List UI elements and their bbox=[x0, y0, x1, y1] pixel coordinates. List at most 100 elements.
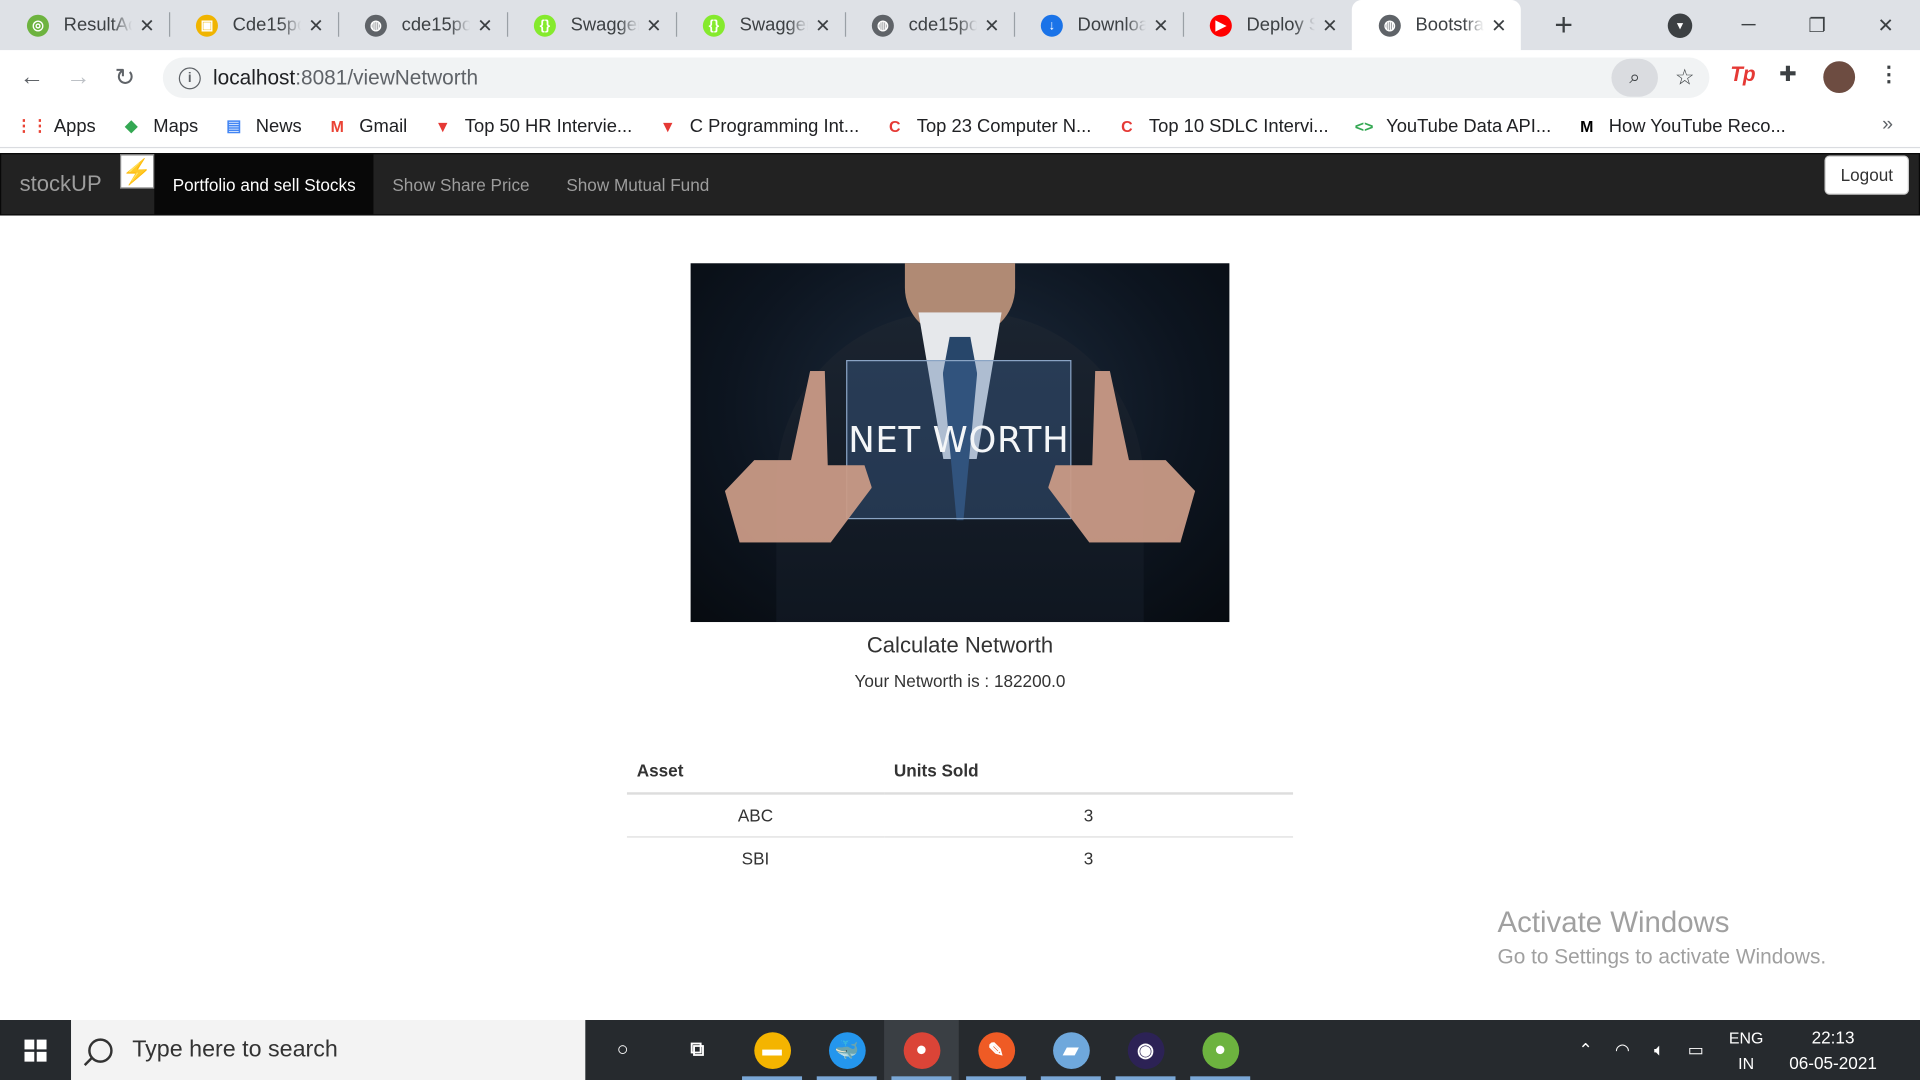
restore-icon[interactable]: ❐ bbox=[1783, 13, 1852, 37]
bookmark-item[interactable]: <> YouTube Data API... bbox=[1354, 116, 1551, 137]
bookmark-item[interactable]: C Top 23 Computer N... bbox=[885, 116, 1091, 137]
tab-favicon-icon: ◍ bbox=[871, 14, 894, 37]
browser-tab[interactable]: ▣ Cde15pod✕ bbox=[168, 0, 338, 50]
browser-tab[interactable]: ◍ cde15pod✕ bbox=[337, 0, 507, 50]
new-tab-button[interactable]: + bbox=[1539, 0, 1588, 50]
browser-tab[interactable]: ◍ cde15pod✕ bbox=[844, 0, 1014, 50]
guru99-icon: C bbox=[1121, 116, 1133, 136]
hero-caption: NET WORTH bbox=[848, 418, 1070, 461]
logout-button[interactable]: Logout bbox=[1824, 155, 1909, 195]
address-bar[interactable]: i localhost:8081/viewNetworth ⌕ ☆ bbox=[162, 57, 1710, 98]
browser-menu-icon[interactable]: ⋮ bbox=[1878, 62, 1899, 86]
search-icon bbox=[88, 1037, 113, 1063]
tab-title: Deploy Spring bbox=[1246, 14, 1316, 36]
start-button[interactable] bbox=[0, 1020, 71, 1080]
tab-close-icon[interactable]: ✕ bbox=[982, 14, 1002, 36]
table-row: SBI 3 bbox=[626, 835, 1294, 880]
bookmark-item[interactable]: ▤ News bbox=[224, 116, 302, 137]
zoom-icon[interactable]: ⌕ bbox=[1611, 58, 1658, 97]
tab-close-icon[interactable]: ✕ bbox=[813, 14, 833, 36]
browser-tab[interactable]: ↓ Download✕ bbox=[1013, 0, 1183, 50]
taskbar-file-explorer[interactable]: ▬ bbox=[735, 1020, 810, 1080]
watermark-title: Activate Windows bbox=[1497, 906, 1730, 940]
tp-extension-icon[interactable]: Tp bbox=[1730, 62, 1755, 86]
bookmark-label: Apps bbox=[53, 115, 96, 137]
bookmark-star-icon[interactable]: ☆ bbox=[1675, 65, 1695, 91]
tab-favicon-icon: ↓ bbox=[1040, 14, 1063, 37]
calculate-networth-title: Calculate Networth bbox=[866, 633, 1054, 658]
language-code: ENG bbox=[1728, 1027, 1764, 1047]
tab-search-icon[interactable]: ▾ bbox=[1667, 13, 1693, 38]
postman-icon: ✎ bbox=[977, 1031, 1015, 1069]
table-row: ABC 3 bbox=[627, 793, 1293, 836]
networth-hero-image: NET WORTH bbox=[690, 263, 1230, 623]
browser-tab[interactable]: ◎ ResultActions✕ bbox=[0, 0, 169, 50]
browser-tab[interactable]: {} Swagger UI✕ bbox=[506, 0, 676, 50]
bookmarks-overflow-icon[interactable]: » bbox=[1882, 114, 1893, 136]
browser-tab[interactable]: ▶ Deploy Spring✕ bbox=[1182, 0, 1352, 50]
nav-link-share-price[interactable]: Show Share Price bbox=[374, 154, 548, 214]
tab-close-icon[interactable]: ✕ bbox=[137, 14, 157, 36]
back-icon[interactable]: ← bbox=[9, 64, 56, 92]
brand-link[interactable]: stockUP bbox=[1, 154, 120, 214]
reload-icon[interactable]: ↻ bbox=[102, 62, 149, 93]
site-info-icon[interactable]: i bbox=[178, 66, 201, 89]
gmail-icon: M bbox=[330, 116, 344, 136]
bookmark-item[interactable]: M Gmail bbox=[327, 116, 408, 137]
windows-taskbar: Type here to search ○ ⧉ ▬ 🐳 ● ✎ ▰ ◉ ● ⌃ ◠ 🔈︎ ▭ E… bbox=[0, 1020, 1920, 1080]
close-window-icon[interactable]: ✕ bbox=[1851, 13, 1920, 37]
tab-favicon-icon: ◍ bbox=[1378, 14, 1401, 37]
windows-logo-icon bbox=[24, 1038, 47, 1062]
tab-close-icon[interactable]: ✕ bbox=[1489, 14, 1509, 36]
nav-link-portfolio[interactable]: Portfolio and sell Stocks bbox=[154, 154, 375, 215]
forward-icon[interactable]: → bbox=[55, 64, 102, 92]
docker-icon: 🐳 bbox=[828, 1031, 866, 1069]
bookmark-item[interactable]: M How YouTube Reco... bbox=[1577, 116, 1786, 137]
networth-frame: NET WORTH bbox=[846, 360, 1072, 520]
bookmark-item[interactable]: ⋮⋮ Apps bbox=[16, 115, 96, 137]
tab-close-icon[interactable]: ✕ bbox=[1320, 14, 1340, 36]
tray-chevron-icon[interactable]: ⌃ bbox=[1567, 1040, 1604, 1061]
tab-close-icon[interactable]: ✕ bbox=[306, 14, 326, 36]
browser-tab[interactable]: ◍ Bootstrap✕ bbox=[1351, 0, 1521, 51]
tab-title: Swagger UI bbox=[570, 14, 640, 36]
nav-link-mutual-fund[interactable]: Show Mutual Fund bbox=[548, 154, 728, 214]
taskbar-task-view[interactable]: ⧉ bbox=[660, 1020, 735, 1080]
clock-date: 06-05-2021 bbox=[1789, 1052, 1877, 1073]
taskbar-clock[interactable]: 22:13 06-05-2021 bbox=[1778, 1024, 1888, 1075]
column-header-units-sold: Units Sold bbox=[884, 748, 1294, 795]
volume-icon[interactable]: 🔈︎ bbox=[1641, 1040, 1678, 1061]
bookmark-item[interactable]: ▼ C Programming Int... bbox=[658, 116, 859, 137]
taskbar-spring-tool-suite[interactable]: ● bbox=[1183, 1020, 1258, 1080]
browser-tab[interactable]: {} Swagger UI✕ bbox=[675, 0, 845, 50]
bookmark-item[interactable]: ▼ Top 50 HR Intervie... bbox=[433, 116, 632, 137]
tab-close-icon[interactable]: ✕ bbox=[1151, 14, 1171, 36]
bookmark-label: Top 10 SDLC Intervi... bbox=[1148, 115, 1329, 137]
profile-avatar[interactable] bbox=[1823, 61, 1856, 94]
bookmark-item[interactable]: ◆ Maps bbox=[121, 116, 198, 137]
browser-toolbar: ← → ↻ i localhost:8081/viewNetworth ⌕ ☆ … bbox=[0, 50, 1920, 106]
tab-favicon-icon: {} bbox=[533, 14, 556, 37]
task-view-icon: ⧉ bbox=[690, 1038, 705, 1060]
taskbar-notepad[interactable]: ▰ bbox=[1033, 1020, 1108, 1080]
tab-close-icon[interactable]: ✕ bbox=[475, 14, 495, 36]
taskbar-docker[interactable]: 🐳 bbox=[809, 1020, 884, 1080]
taskbar-chrome[interactable]: ● bbox=[884, 1020, 959, 1080]
stockup-logo-icon: ⚡ bbox=[120, 154, 155, 189]
battery-icon[interactable]: ▭ bbox=[1678, 1040, 1715, 1061]
minimize-icon[interactable]: ─ bbox=[1714, 14, 1783, 36]
taskbar-eclipse[interactable]: ◉ bbox=[1108, 1020, 1183, 1080]
url-text[interactable]: localhost:8081/viewNetworth bbox=[213, 66, 478, 90]
taskbar-postman[interactable]: ✎ bbox=[959, 1020, 1034, 1080]
taskbar-search-box[interactable]: Type here to search bbox=[71, 1020, 586, 1080]
wifi-icon[interactable]: ◠ bbox=[1604, 1040, 1641, 1061]
language-indicator[interactable]: ENG IN bbox=[1714, 1024, 1778, 1075]
bookmarks-bar: ⋮⋮ Apps ◆ Maps ▤ News M Gmail ▼ Top 50 HR Intervi… bbox=[0, 105, 1920, 149]
taskbar-cortana[interactable]: ○ bbox=[585, 1020, 660, 1080]
tab-close-icon[interactable]: ✕ bbox=[644, 14, 664, 36]
bookmark-item[interactable]: C Top 10 SDLC Intervi... bbox=[1117, 115, 1329, 137]
extensions-puzzle-icon[interactable]: ✚ bbox=[1779, 62, 1796, 86]
region-code: IN bbox=[1738, 1053, 1755, 1073]
tab-favicon-icon: ◎ bbox=[26, 14, 49, 37]
google-dev-icon: <> bbox=[1354, 116, 1374, 136]
